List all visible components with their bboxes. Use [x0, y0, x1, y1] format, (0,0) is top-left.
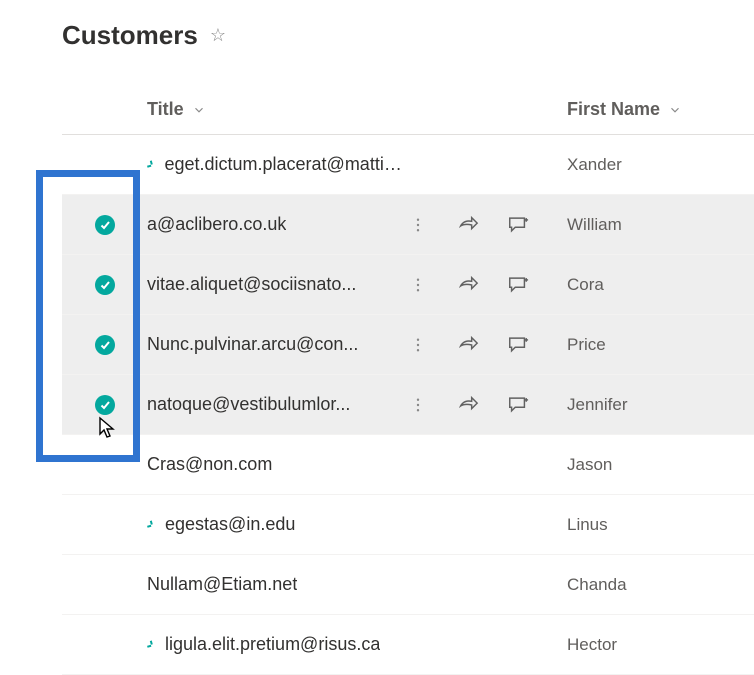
check-circle-icon[interactable] — [95, 335, 115, 355]
row-title: ligula.elit.pretium@risus.ca — [165, 634, 380, 655]
chevron-down-icon — [668, 103, 682, 117]
row-title: natoque@vestibulumlor... — [147, 394, 350, 415]
table-row[interactable]: vitae.aliquet@sociisnato... Cora — [62, 255, 754, 315]
page-title: Customers — [62, 20, 198, 51]
share-icon[interactable] — [457, 274, 479, 296]
share-icon[interactable] — [457, 214, 479, 236]
row-firstname: Jason — [567, 455, 612, 475]
row-actions — [407, 214, 567, 236]
table-row[interactable]: Cras@non.com Jason — [62, 435, 754, 495]
column-title-header[interactable]: Title — [147, 99, 567, 120]
share-icon[interactable] — [457, 394, 479, 416]
row-title-cell[interactable]: natoque@vestibulumlor... — [147, 394, 407, 415]
more-vertical-icon[interactable] — [407, 394, 429, 416]
new-indicator-icon — [147, 638, 162, 651]
row-firstname: Jennifer — [567, 395, 627, 415]
check-circle-icon[interactable] — [95, 395, 115, 415]
more-vertical-icon[interactable] — [407, 214, 429, 236]
row-title: Nunc.pulvinar.arcu@con... — [147, 334, 358, 355]
table-row[interactable]: natoque@vestibulumlor... Jennifer — [62, 375, 754, 435]
comment-icon[interactable] — [507, 274, 529, 296]
column-firstname-label: First Name — [567, 99, 660, 120]
row-select-cell[interactable] — [62, 335, 147, 355]
star-icon[interactable]: ☆ — [210, 25, 226, 46]
row-title: eget.dictum.placerat@mattis.ca — [164, 154, 407, 175]
row-firstname: Hector — [567, 635, 617, 655]
row-firstname: Linus — [567, 515, 608, 535]
row-actions — [407, 394, 567, 416]
table-row[interactable]: eget.dictum.placerat@mattis.ca Xander — [62, 135, 754, 195]
comment-icon[interactable] — [507, 394, 529, 416]
row-title: egestas@in.edu — [165, 514, 295, 535]
check-circle-icon[interactable] — [95, 275, 115, 295]
table-row[interactable]: egestas@in.edu Linus — [62, 495, 754, 555]
row-title-cell[interactable]: egestas@in.edu — [147, 514, 407, 535]
row-title-cell[interactable]: a@aclibero.co.uk — [147, 214, 407, 235]
page-header: Customers ☆ — [62, 20, 754, 51]
table-row[interactable]: ligula.elit.pretium@risus.ca Hector — [62, 615, 754, 675]
row-title: a@aclibero.co.uk — [147, 214, 286, 235]
share-icon[interactable] — [457, 334, 479, 356]
row-title-cell[interactable]: Cras@non.com — [147, 454, 407, 475]
more-vertical-icon[interactable] — [407, 274, 429, 296]
row-firstname: Xander — [567, 155, 622, 175]
row-actions — [407, 274, 567, 296]
column-title-label: Title — [147, 99, 184, 120]
more-vertical-icon[interactable] — [407, 334, 429, 356]
table-row[interactable]: Nunc.pulvinar.arcu@con... Price — [62, 315, 754, 375]
row-firstname: Price — [567, 335, 606, 355]
row-title-cell[interactable]: ligula.elit.pretium@risus.ca — [147, 634, 407, 655]
new-indicator-icon — [147, 158, 162, 171]
row-title: vitae.aliquet@sociisnato... — [147, 274, 356, 295]
row-select-cell[interactable] — [62, 215, 147, 235]
comment-icon[interactable] — [507, 334, 529, 356]
row-firstname: Chanda — [567, 575, 627, 595]
table-row[interactable]: a@aclibero.co.uk William — [62, 195, 754, 255]
row-select-cell[interactable] — [62, 275, 147, 295]
row-title: Nullam@Etiam.net — [147, 574, 297, 595]
row-title-cell[interactable]: vitae.aliquet@sociisnato... — [147, 274, 407, 295]
row-title-cell[interactable]: Nunc.pulvinar.arcu@con... — [147, 334, 407, 355]
column-firstname-header[interactable]: First Name — [567, 99, 682, 120]
new-indicator-icon — [147, 518, 162, 531]
row-actions — [407, 334, 567, 356]
row-firstname: William — [567, 215, 622, 235]
row-firstname: Cora — [567, 275, 604, 295]
table-header: Title First Name — [62, 99, 754, 135]
row-select-cell[interactable] — [62, 395, 147, 415]
table-row[interactable]: Nullam@Etiam.net Chanda — [62, 555, 754, 615]
chevron-down-icon — [192, 103, 206, 117]
comment-icon[interactable] — [507, 214, 529, 236]
row-title: Cras@non.com — [147, 454, 272, 475]
row-title-cell[interactable]: eget.dictum.placerat@mattis.ca — [147, 154, 407, 175]
check-circle-icon[interactable] — [95, 215, 115, 235]
row-title-cell[interactable]: Nullam@Etiam.net — [147, 574, 407, 595]
